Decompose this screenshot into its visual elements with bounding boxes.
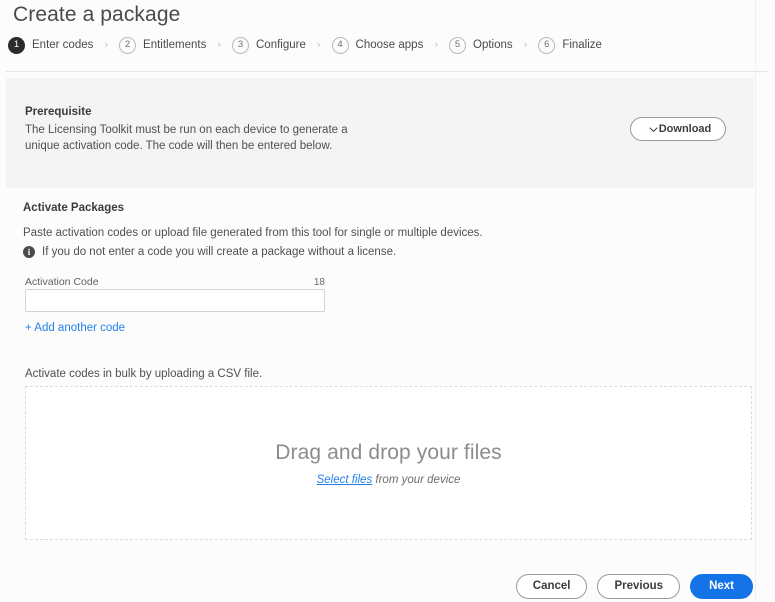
step-enter-codes[interactable]: 1 Enter codes <box>8 36 94 54</box>
step-separator-icon: › <box>316 38 321 51</box>
next-button[interactable]: Next <box>690 573 753 599</box>
header-divider <box>6 71 768 72</box>
step-label-3: Configure <box>256 39 306 51</box>
step-options[interactable]: 5 Options <box>449 36 513 54</box>
prerequisite-description: The Licensing Toolkit must be run on eac… <box>25 124 348 152</box>
cancel-button[interactable]: Cancel <box>515 573 588 599</box>
step-entitlements[interactable]: 2 Entitlements <box>119 36 207 54</box>
wizard-footer: Cancel Previous Next <box>0 570 775 602</box>
step-number-1: 1 <box>8 36 25 54</box>
step-separator-icon: › <box>434 38 438 51</box>
activation-code-input[interactable] <box>25 289 325 312</box>
create-package-page: Create a package 1 Enter codes › 2 Entit… <box>0 0 775 602</box>
step-label-5: Options <box>473 39 513 51</box>
bulk-upload-description: Activate codes in bulk by uploading a CS… <box>25 368 263 380</box>
step-finalize[interactable]: 6 Finalize <box>538 36 602 54</box>
activation-code-label-row: Activation Code 18 <box>25 276 325 288</box>
step-choose-apps[interactable]: 4 Choose apps <box>331 36 424 54</box>
dropzone-subtitle: Select files from your device <box>317 474 461 486</box>
step-number-6: 6 <box>538 36 556 54</box>
activate-packages-subtitle: Paste activation codes or upload file ge… <box>23 227 483 239</box>
prerequisite-card: Prerequisite The Licensing Toolkit must … <box>6 78 754 188</box>
download-button-label: Download <box>658 123 712 135</box>
activation-code-label: Activation Code <box>25 276 99 288</box>
step-configure[interactable]: 3 Configure <box>232 36 306 54</box>
dropzone-subtitle-suffix: from your device <box>372 473 461 486</box>
step-separator-icon: › <box>523 38 528 51</box>
file-dropzone[interactable]: Drag and drop your files Select files fr… <box>25 386 752 540</box>
activate-packages-title: Activate Packages <box>23 202 125 214</box>
step-number-5: 5 <box>449 36 466 54</box>
step-separator-icon: › <box>104 38 109 51</box>
step-number-2: 2 <box>119 36 137 54</box>
wizard-stepper: 1 Enter codes › 2 Entitlements › 3 Confi… <box>8 34 602 56</box>
page-title: Create a package <box>13 3 181 26</box>
download-button[interactable]: Download <box>630 117 726 141</box>
step-label-6: Finalize <box>562 39 602 51</box>
content-right-edge <box>755 0 756 602</box>
chevron-down-icon <box>649 125 658 134</box>
step-number-4: 4 <box>331 36 349 54</box>
activation-code-counter: 18 <box>313 277 325 288</box>
step-label-2: Entitlements <box>143 39 207 51</box>
dropzone-title: Drag and drop your files <box>275 440 502 464</box>
previous-button[interactable]: Previous <box>597 573 681 599</box>
step-number-3: 3 <box>232 36 249 54</box>
info-icon: i <box>23 246 35 258</box>
select-files-link[interactable]: Select files <box>317 474 373 486</box>
step-label-4: Choose apps <box>355 39 424 51</box>
step-label-1: Enter codes <box>32 39 94 51</box>
prerequisite-title: Prerequisite <box>25 106 92 118</box>
license-info-text: If you do not enter a code you will crea… <box>42 246 397 258</box>
license-info-note: i If you do not enter a code you will cr… <box>23 246 396 258</box>
add-another-code-link[interactable]: + Add another code <box>25 322 125 334</box>
step-separator-icon: › <box>217 38 221 51</box>
